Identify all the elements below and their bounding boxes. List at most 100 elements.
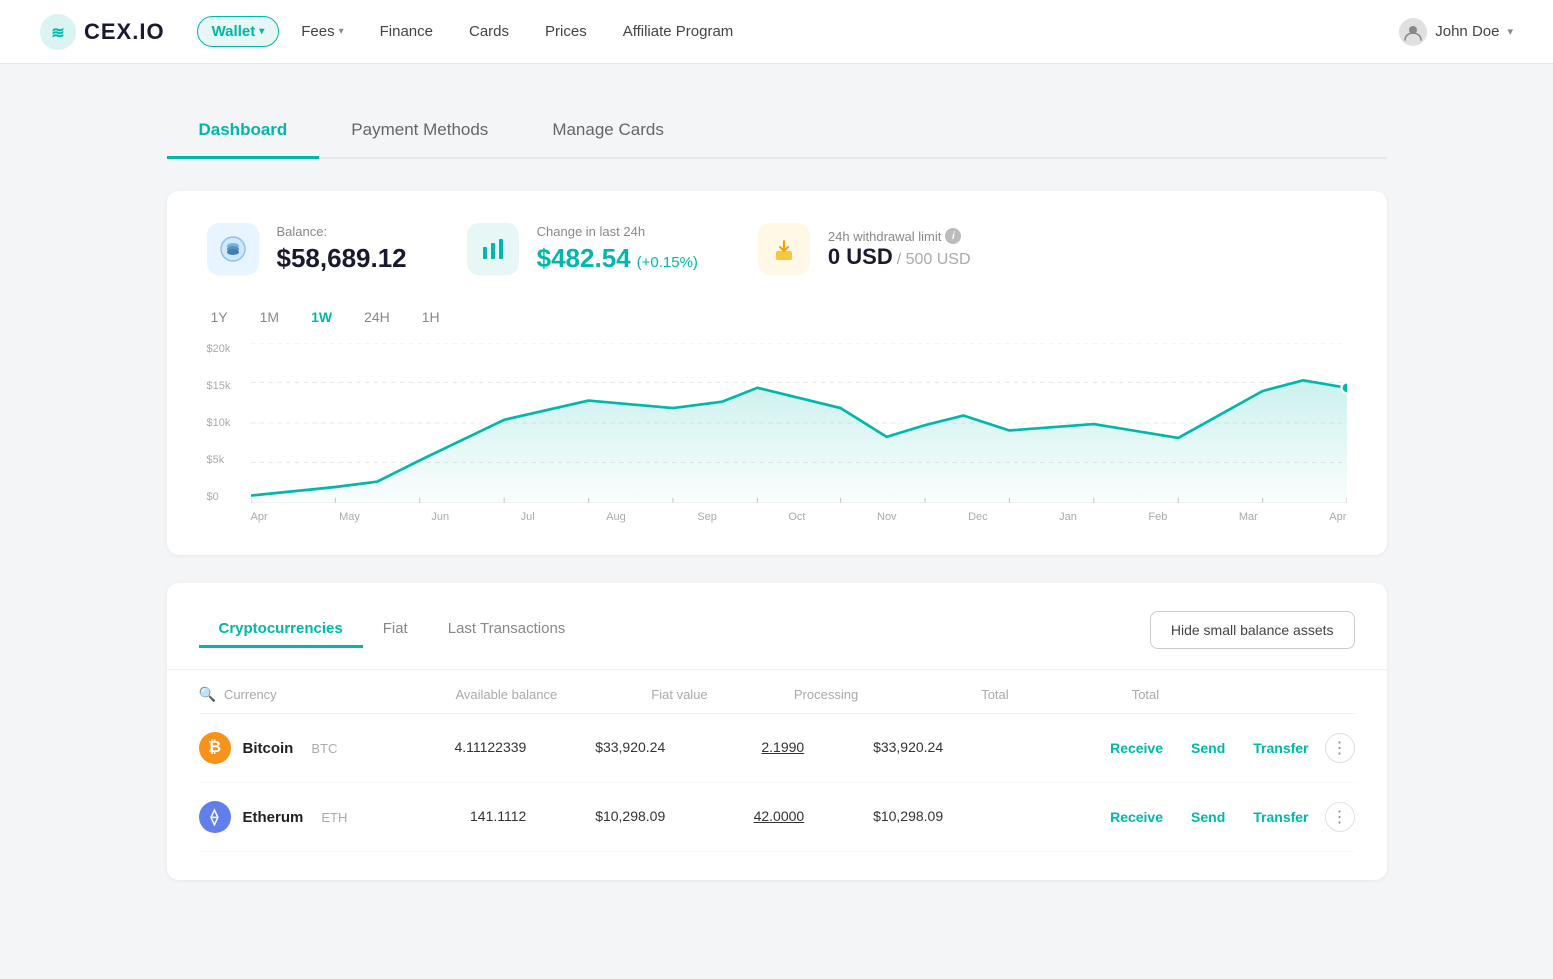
chart-x-label: Jan	[1059, 511, 1077, 523]
withdrawal-icon	[758, 223, 810, 275]
search-icon[interactable]: 🔍	[199, 686, 216, 703]
chart-y-label: $20k	[207, 343, 247, 355]
hide-small-balance-button[interactable]: Hide small balance assets	[1150, 611, 1355, 649]
assets-table: 🔍 Currency Available balance Fiat value …	[167, 670, 1387, 852]
btc-ticker: BTC	[311, 741, 337, 756]
chart-x-label: May	[339, 511, 360, 523]
btc-available: 4.11122339	[403, 739, 542, 757]
main-content: Dashboard Payment Methods Manage Cards B…	[127, 64, 1427, 940]
nav-affiliate[interactable]: Affiliate Program	[609, 17, 748, 46]
btc-name: Bitcoin	[243, 740, 294, 757]
eth-name: Etherum	[243, 809, 304, 826]
page-tabs: Dashboard Payment Methods Manage Cards	[167, 104, 1387, 159]
time-filter-1y[interactable]: 1Y	[207, 307, 232, 327]
time-filter-1w[interactable]: 1W	[307, 307, 336, 327]
time-filter-1h[interactable]: 1H	[418, 307, 444, 327]
logo-text: CEX.IO	[84, 19, 165, 45]
eth-send-button[interactable]: Send	[1179, 809, 1237, 825]
table-row: ⟠ Etherum ETH 141.1112 $10,298.09 42.000…	[199, 783, 1355, 852]
btc-send-button[interactable]: Send	[1179, 740, 1237, 756]
logo-icon: ≋	[40, 14, 76, 50]
eth-logo: ⟠	[199, 801, 231, 833]
table-tabs: Cryptocurrencies Fiat Last Transactions	[199, 612, 1150, 648]
currency-cell-eth: ⟠ Etherum ETH	[199, 801, 404, 833]
tab-payment-methods[interactable]: Payment Methods	[319, 104, 520, 159]
tab-dashboard[interactable]: Dashboard	[167, 104, 320, 159]
tab-fiat[interactable]: Fiat	[363, 612, 428, 648]
eth-more-button[interactable]: ⋮	[1325, 802, 1355, 832]
user-name: John Doe	[1435, 23, 1499, 40]
balance-icon	[207, 223, 259, 275]
btc-more-button[interactable]: ⋮	[1325, 733, 1355, 763]
eth-available: 141.1112	[403, 808, 542, 826]
currency-cell-btc: ₿ Bitcoin BTC	[199, 732, 404, 764]
chart-x-label: Apr	[1329, 511, 1346, 523]
balance-label: Balance:	[277, 224, 407, 239]
btc-transfer-button[interactable]: Transfer	[1241, 740, 1320, 756]
user-menu[interactable]: John Doe ▾	[1399, 18, 1513, 46]
logo[interactable]: ≋ CEX.IO	[40, 14, 165, 50]
table-header: Cryptocurrencies Fiat Last Transactions …	[167, 611, 1387, 670]
change-value: $482.54	[537, 243, 631, 274]
chevron-down-icon: ▾	[339, 26, 344, 37]
nav-prices-label: Prices	[545, 23, 587, 40]
btc-receive-button[interactable]: Receive	[1098, 740, 1175, 756]
nav-finance[interactable]: Finance	[366, 17, 447, 46]
col-header-total1: Total	[874, 687, 1025, 702]
btc-fiat: $33,920.24	[542, 739, 681, 757]
btc-logo: ₿	[199, 732, 231, 764]
change-label: Change in last 24h	[537, 224, 698, 239]
col-header-total2: Total	[1025, 687, 1176, 702]
user-avatar-icon	[1399, 18, 1427, 46]
nav-fees[interactable]: Fees ▾	[287, 17, 357, 46]
chart-y-label: $5k	[207, 454, 247, 466]
time-filter-24h[interactable]: 24H	[360, 307, 394, 327]
chart-x-label: Feb	[1148, 511, 1167, 523]
time-filters: 1Y 1M 1W 24H 1H	[207, 307, 1347, 327]
eth-processing: 42.0000	[681, 808, 820, 826]
chart-x-labels: Apr May Jun Jul Aug Sep Oct Nov Dec Jan …	[251, 511, 1347, 523]
btc-actions: Receive Send Transfer ⋮	[1098, 733, 1354, 763]
balance-stats: Balance: $58,689.12 Change in last 24h $…	[207, 223, 1347, 275]
balance-section: Balance: $58,689.12	[207, 223, 407, 275]
chart-y-label: $15k	[207, 380, 247, 392]
chart-x-label: Jun	[431, 511, 449, 523]
eth-transfer-button[interactable]: Transfer	[1241, 809, 1320, 825]
change-pct: (+0.15%)	[637, 254, 698, 271]
withdrawal-value: 0 USD	[828, 244, 893, 270]
tab-last-transactions[interactable]: Last Transactions	[428, 612, 586, 648]
nav-wallet[interactable]: Wallet ▾	[197, 16, 280, 47]
withdrawal-label: 24h withdrawal limit i	[828, 228, 971, 244]
col-header-available: Available balance	[423, 687, 574, 702]
chart-x-label: Aug	[606, 511, 626, 523]
info-icon: i	[945, 228, 961, 244]
chevron-down-icon: ▾	[1507, 25, 1513, 38]
nav-fees-label: Fees	[301, 23, 334, 40]
tab-manage-cards[interactable]: Manage Cards	[520, 104, 696, 159]
time-filter-1m[interactable]: 1M	[256, 307, 283, 327]
col-header-currency: 🔍 Currency	[199, 686, 423, 703]
eth-fiat: $10,298.09	[542, 808, 681, 826]
navbar: ≋ CEX.IO Wallet ▾ Fees ▾ Finance Cards P…	[0, 0, 1553, 64]
chart-x-label: Sep	[697, 511, 717, 523]
nav-prices[interactable]: Prices	[531, 17, 601, 46]
eth-ticker: ETH	[321, 810, 347, 825]
col-header-processing: Processing	[724, 687, 875, 702]
chart-y-labels: $20k $15k $10k $5k $0	[207, 343, 247, 523]
col-header-fiat: Fiat value	[573, 687, 724, 702]
eth-total1: $10,298.09	[820, 808, 959, 826]
nav-cards[interactable]: Cards	[455, 17, 523, 46]
nav-affiliate-label: Affiliate Program	[623, 23, 734, 40]
tab-cryptocurrencies[interactable]: Cryptocurrencies	[199, 612, 363, 648]
nav-cards-label: Cards	[469, 23, 509, 40]
btc-processing: 2.1990	[681, 739, 820, 757]
nav-links: Wallet ▾ Fees ▾ Finance Cards Prices Aff…	[197, 16, 1400, 47]
withdrawal-section: 24h withdrawal limit i 0 USD / 500 USD	[758, 223, 971, 275]
nav-finance-label: Finance	[380, 23, 433, 40]
eth-receive-button[interactable]: Receive	[1098, 809, 1175, 825]
chart-x-label: Apr	[251, 511, 268, 523]
chart-x-label: Oct	[788, 511, 805, 523]
chart-x-label: Mar	[1239, 511, 1258, 523]
assets-table-card: Cryptocurrencies Fiat Last Transactions …	[167, 583, 1387, 880]
change-section: Change in last 24h $482.54 (+0.15%)	[467, 223, 698, 275]
